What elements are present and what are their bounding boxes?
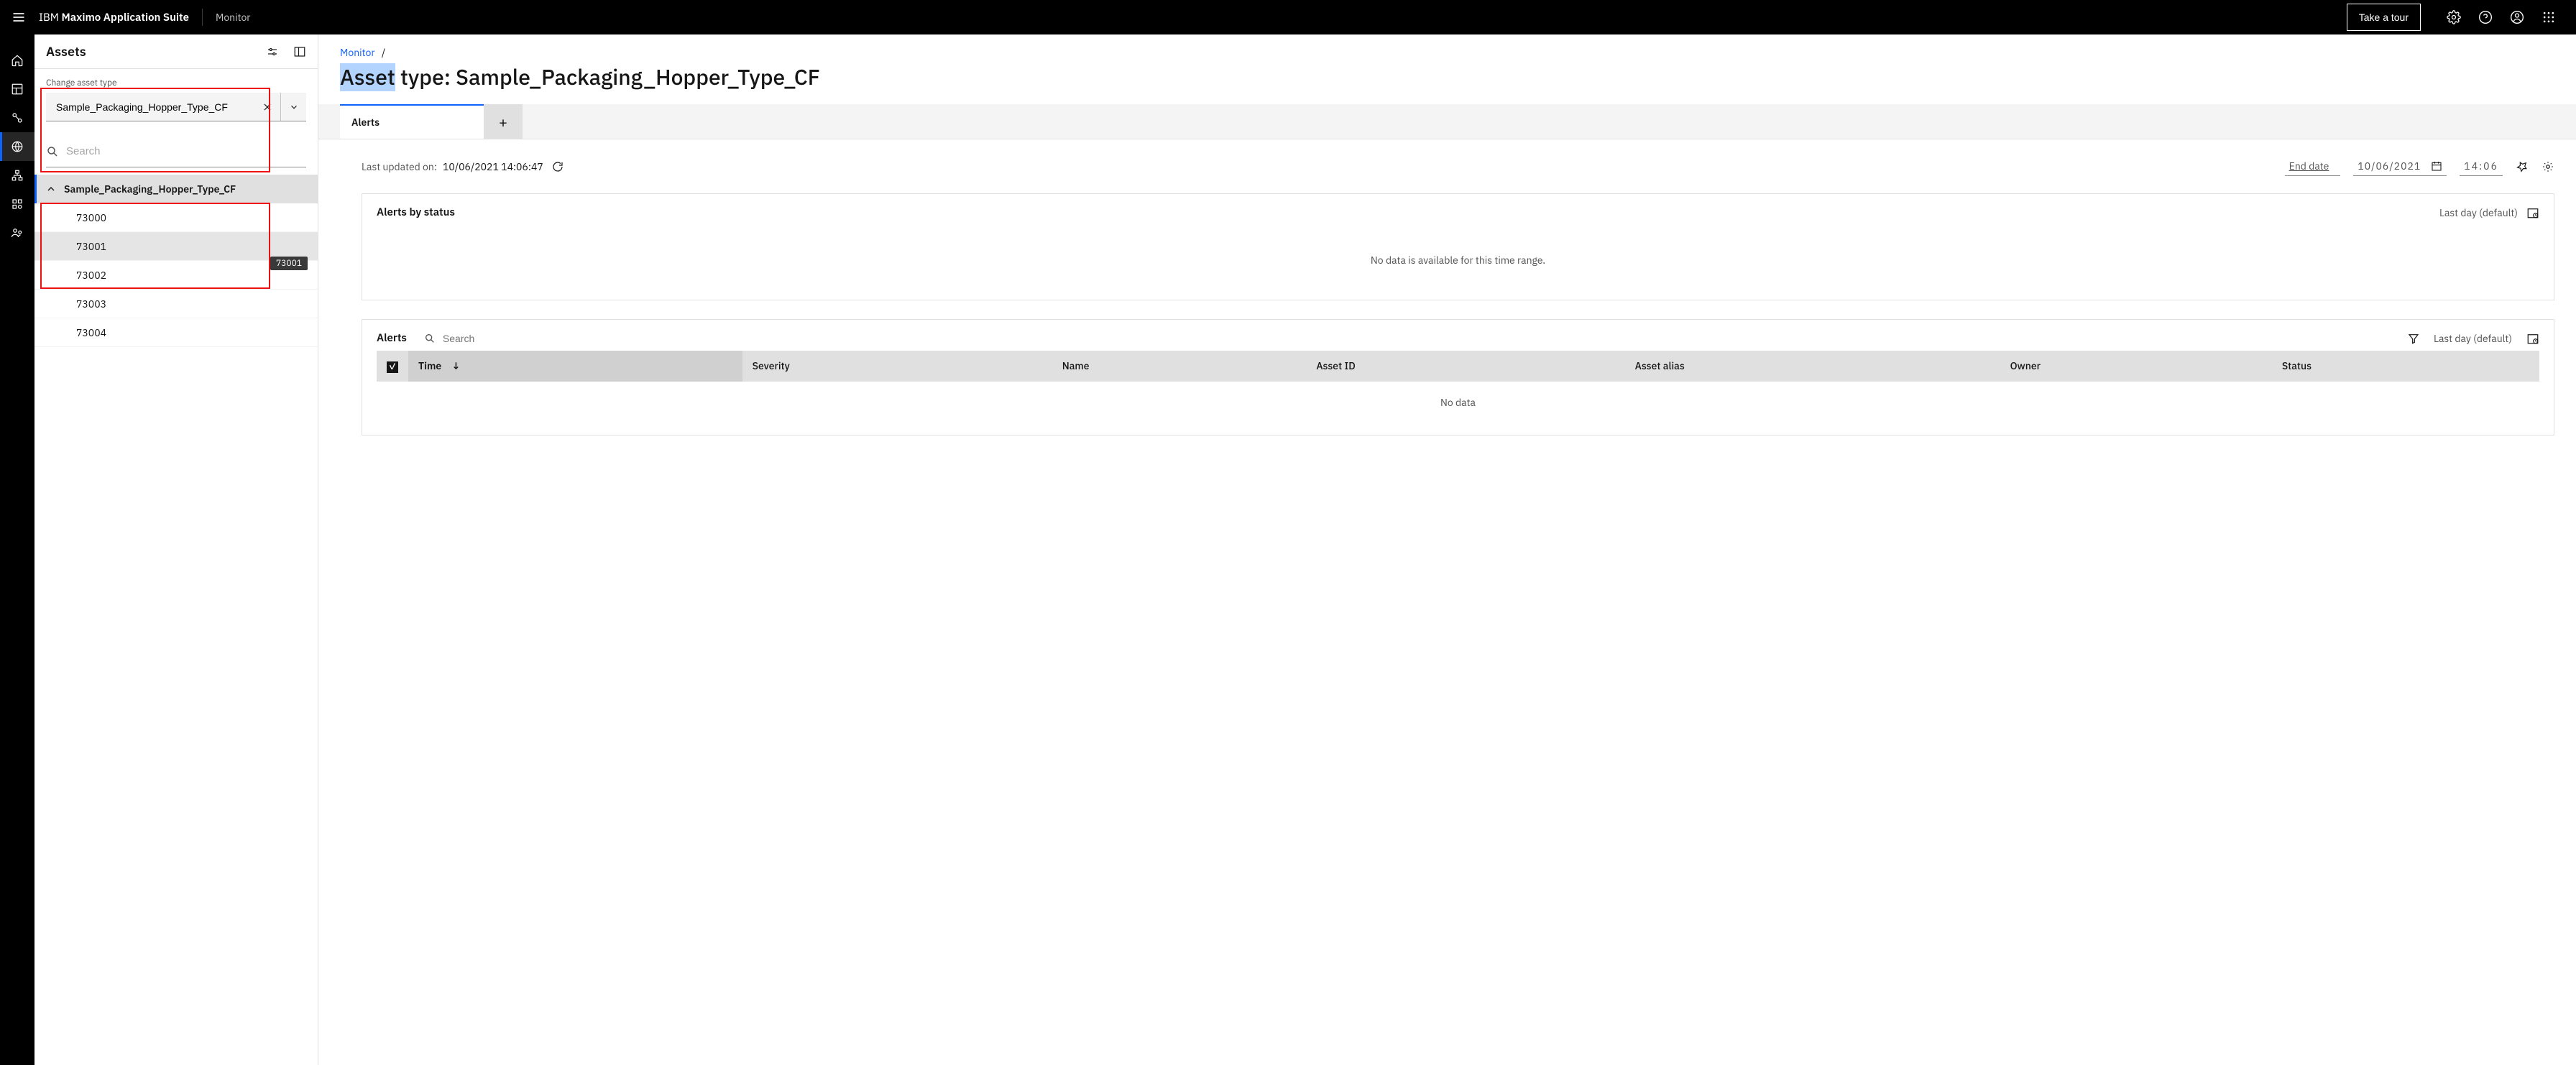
- breadcrumb-sep: /: [382, 46, 385, 59]
- tree-item-label: 73000: [76, 211, 106, 224]
- tooltip: 73001: [270, 257, 308, 270]
- settings-icon[interactable]: [2447, 10, 2461, 24]
- clear-icon[interactable]: [254, 93, 280, 121]
- alerts-table: ✓ Time↓ Severity Name Asset ID Asset ali…: [377, 351, 2539, 423]
- pin-icon[interactable]: [2516, 160, 2529, 173]
- search-icon: [424, 333, 436, 344]
- end-date-label: End date: [2289, 160, 2329, 172]
- alerts-by-status-range: Last day (default): [2439, 206, 2518, 219]
- checkbox-checked-icon[interactable]: ✓: [387, 361, 398, 373]
- assets-search[interactable]: [46, 136, 306, 167]
- time-value: 14:06: [2464, 160, 2498, 172]
- column-asset-alias[interactable]: Asset alias: [1625, 351, 2000, 382]
- tree-item[interactable]: 7300173001: [34, 232, 318, 261]
- tree-item[interactable]: 73004: [34, 318, 318, 347]
- nav-devices[interactable]: [0, 190, 34, 218]
- tree-item-label: 73004: [76, 326, 106, 339]
- tabs: Alerts +: [318, 104, 2576, 139]
- column-checkbox[interactable]: ✓: [377, 351, 408, 382]
- last-updated-label: Last updated on:: [362, 160, 437, 173]
- nav-dashboard[interactable]: [0, 75, 34, 103]
- alerts-by-status-card: Alerts by status Last day (default) No d…: [362, 193, 2554, 300]
- filter-settings-icon[interactable]: [266, 45, 279, 58]
- page-title: Asset type: Sample_Packaging_Hopper_Type…: [318, 63, 2576, 104]
- alerts-table-search-input[interactable]: [443, 333, 572, 344]
- assets-search-input[interactable]: [66, 145, 306, 157]
- asset-type-input[interactable]: [46, 93, 254, 121]
- alerts-table-title: Alerts: [377, 331, 407, 345]
- nav-home[interactable]: [0, 46, 34, 75]
- help-icon[interactable]: [2478, 10, 2493, 24]
- tree-item-label: 73002: [76, 269, 106, 282]
- settings-small-icon[interactable]: [2542, 160, 2554, 173]
- tree-item[interactable]: 73003: [34, 290, 318, 318]
- assets-panel-header: Assets: [34, 34, 318, 69]
- asset-type-combo[interactable]: [46, 93, 306, 121]
- alerts-table-card: Alerts Last day (default) ✓ Time↓ Se: [362, 319, 2554, 435]
- calendar-icon[interactable]: [2431, 160, 2442, 172]
- table-no-data: No data: [377, 382, 2539, 423]
- assets-panel: Assets Change asset type Sample_Packagin…: [34, 34, 318, 1065]
- calendar-range-icon[interactable]: [2526, 206, 2539, 219]
- refresh-icon[interactable]: [552, 161, 564, 172]
- breadcrumb-monitor-link[interactable]: Monitor: [340, 46, 375, 59]
- user-icon[interactable]: [2510, 10, 2524, 24]
- alerts-by-status-title: Alerts by status: [377, 206, 2439, 219]
- nav-monitor[interactable]: [0, 132, 34, 161]
- page-title-rest: type: Sample_Packaging_Hopper_Type_CF: [395, 63, 820, 91]
- take-a-tour-button[interactable]: Take a tour: [2347, 4, 2421, 31]
- end-date-value: 10/06/2021: [2358, 160, 2421, 172]
- end-date-field[interactable]: End date: [2285, 157, 2341, 176]
- apps-icon[interactable]: [2542, 10, 2556, 24]
- tab-alerts[interactable]: Alerts: [340, 104, 484, 139]
- left-rail: [0, 34, 34, 1065]
- chevron-up-icon: [45, 183, 57, 195]
- filter-icon[interactable]: [2408, 333, 2419, 344]
- breadcrumb: Monitor /: [318, 34, 2576, 63]
- column-owner[interactable]: Owner: [2000, 351, 2272, 382]
- time-field[interactable]: 14:06: [2460, 157, 2503, 176]
- alerts-table-search[interactable]: [424, 333, 2393, 344]
- last-updated-value: 10/06/2021 14:06:47: [443, 160, 543, 173]
- no-data-message: No data is available for this time range…: [377, 225, 2539, 288]
- page-title-highlight: Asset: [340, 63, 395, 91]
- calendar-range-icon[interactable]: [2526, 332, 2539, 345]
- sort-desc-icon: ↓: [451, 359, 460, 372]
- end-date-value-field[interactable]: 10/06/2021: [2353, 157, 2447, 176]
- toolbar: Last updated on: 10/06/2021 14:06:47 End…: [362, 157, 2554, 176]
- tree-item[interactable]: 73000: [34, 203, 318, 232]
- app-name: Monitor: [216, 11, 251, 24]
- search-icon: [46, 145, 59, 158]
- nav-users[interactable]: [0, 218, 34, 247]
- column-asset-id[interactable]: Asset ID: [1306, 351, 1624, 382]
- app-header: IBM Maximo Application Suite Monitor Tak…: [0, 0, 2576, 34]
- main-content: Monitor / Asset type: Sample_Packaging_H…: [318, 34, 2576, 1065]
- alerts-table-range: Last day (default): [2434, 332, 2512, 345]
- nav-hierarchy[interactable]: [0, 161, 34, 190]
- nav-connect[interactable]: [0, 103, 34, 132]
- column-status[interactable]: Status: [2272, 351, 2539, 382]
- asset-tree: Sample_Packaging_Hopper_Type_CF 73000 730…: [34, 175, 318, 347]
- assets-title: Assets: [46, 43, 252, 60]
- tree-item-label: 73001: [76, 240, 106, 253]
- column-time[interactable]: Time↓: [408, 351, 742, 382]
- chevron-down-icon[interactable]: [280, 93, 306, 121]
- brand: IBM Maximo Application Suite: [39, 11, 189, 24]
- tab-alerts-label: Alerts: [351, 116, 380, 129]
- tree-root[interactable]: Sample_Packaging_Hopper_Type_CF: [34, 175, 318, 203]
- menu-icon[interactable]: [12, 10, 26, 24]
- panel-toggle-icon[interactable]: [293, 45, 306, 58]
- tree-root-label: Sample_Packaging_Hopper_Type_CF: [64, 183, 236, 195]
- change-asset-type-label: Change asset type: [46, 78, 306, 88]
- tab-add-button[interactable]: +: [484, 104, 523, 139]
- header-divider: [202, 9, 203, 26]
- column-severity[interactable]: Severity: [742, 351, 1052, 382]
- column-name[interactable]: Name: [1052, 351, 1307, 382]
- tree-item-label: 73003: [76, 298, 106, 310]
